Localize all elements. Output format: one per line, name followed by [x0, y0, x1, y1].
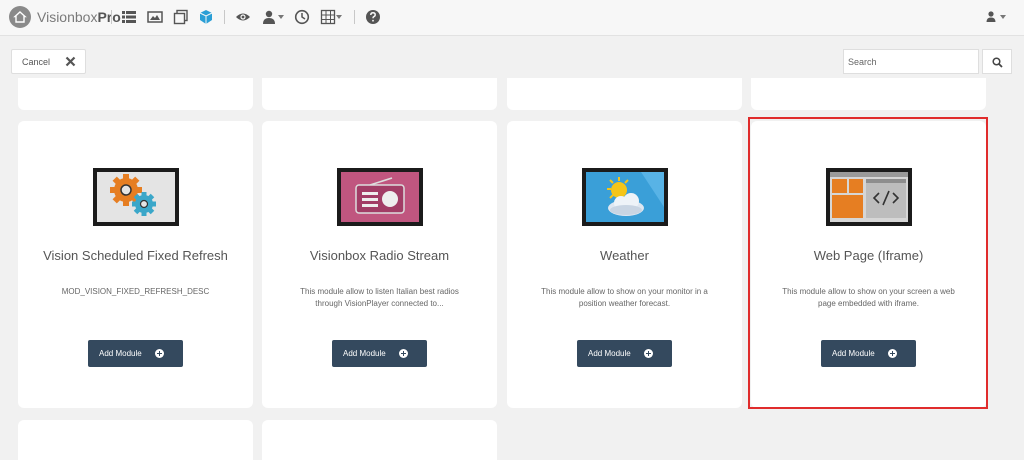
- modules-cube-icon[interactable]: [198, 9, 214, 25]
- chevron-down-icon[interactable]: [1000, 15, 1006, 19]
- module-card-partial: [18, 420, 253, 460]
- module-description: This module allow to show on your monito…: [541, 287, 708, 308]
- list-icon[interactable]: [121, 9, 137, 25]
- search-button[interactable]: [982, 49, 1012, 74]
- selection-highlight: [748, 117, 988, 409]
- gears-icon: [93, 168, 179, 226]
- toolbar-separator: [354, 10, 355, 24]
- radio-icon: [337, 168, 423, 226]
- top-navbar: VisionboxPro: [0, 0, 1024, 36]
- close-icon: [65, 56, 76, 67]
- module-card: Vision Scheduled Fixed Refresh MOD_VISIO…: [18, 121, 253, 408]
- home-logo-icon[interactable]: [9, 6, 31, 28]
- clock-icon[interactable]: [294, 9, 310, 25]
- user-settings-icon[interactable]: [262, 9, 278, 25]
- module-card-partial: [262, 420, 497, 460]
- toolbar-separator: [224, 10, 225, 24]
- add-module-button[interactable]: Add Module: [332, 340, 427, 367]
- module-card-partial: [18, 78, 253, 110]
- plus-circle-icon: [155, 349, 164, 358]
- image-icon[interactable]: [147, 9, 163, 25]
- plus-circle-icon: [399, 349, 408, 358]
- module-title: Vision Scheduled Fixed Refresh: [43, 248, 228, 263]
- search-input[interactable]: [843, 49, 979, 74]
- grid-layout-icon[interactable]: [320, 9, 336, 25]
- module-card: Visionbox Radio Stream This module allow…: [262, 121, 497, 408]
- module-title: Visionbox Radio Stream: [309, 248, 450, 263]
- eye-icon[interactable]: [235, 9, 251, 25]
- module-description: This module allow to listen Italian best…: [300, 287, 459, 308]
- user-icon[interactable]: [985, 9, 997, 25]
- search-icon: [992, 57, 1003, 68]
- add-module-button[interactable]: Add Module: [88, 340, 183, 367]
- weather-icon: [582, 168, 668, 226]
- toolbar-separator: [111, 10, 112, 24]
- module-card-partial: [507, 78, 742, 110]
- brand-name: VisionboxPro: [37, 9, 121, 25]
- help-icon[interactable]: [365, 9, 381, 25]
- cancel-button[interactable]: Cancel: [11, 49, 86, 74]
- module-title: Weather: [600, 248, 649, 263]
- module-description: MOD_VISION_FIXED_REFRESH_DESC: [61, 287, 210, 296]
- pages-icon[interactable]: [173, 9, 189, 25]
- add-module-button[interactable]: Add Module: [577, 340, 672, 367]
- module-card-partial: [262, 78, 497, 110]
- plus-circle-icon: [644, 349, 653, 358]
- module-card-partial: [751, 78, 986, 110]
- chevron-down-icon[interactable]: [278, 15, 284, 19]
- chevron-down-icon[interactable]: [336, 15, 342, 19]
- module-card: Weather This module allow to show on you…: [507, 121, 742, 408]
